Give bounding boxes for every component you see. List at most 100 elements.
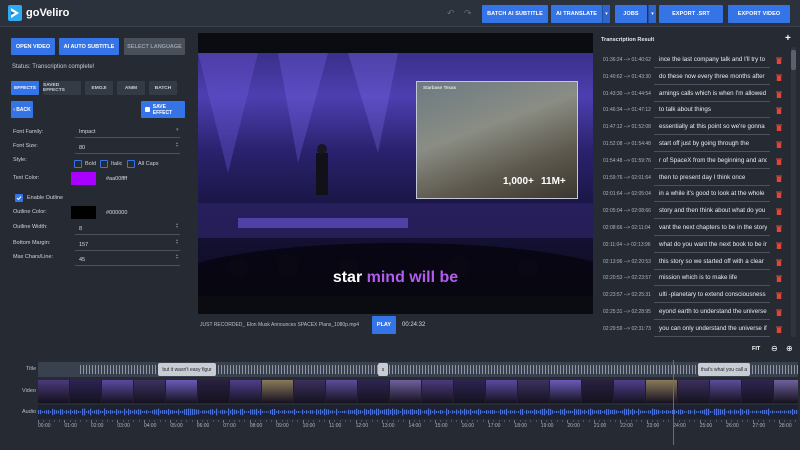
jobs-dropdown-icon[interactable]: ▾ bbox=[648, 5, 656, 23]
font-family-select[interactable]: Impact bbox=[79, 129, 96, 135]
transcript-text-input[interactable]: start off just by going through the bbox=[659, 140, 767, 147]
delete-icon[interactable] bbox=[776, 259, 782, 266]
transcript-row[interactable]: 02:13:96 --> 02:20:53 this story so we st… bbox=[598, 255, 788, 271]
delete-icon[interactable] bbox=[776, 326, 782, 333]
transcript-row[interactable]: 02:20:53 --> 02:23:57 mission which is to… bbox=[598, 271, 788, 287]
scrollbar-thumb[interactable] bbox=[791, 50, 796, 70]
video-track[interactable] bbox=[38, 380, 798, 403]
transcript-row[interactable]: 01:40:62 --> 01:43:30 do these now every … bbox=[598, 70, 788, 86]
transcript-row[interactable]: 01:43:30 --> 01:44:54 arnings calls which… bbox=[598, 87, 788, 103]
max-chars-input[interactable]: 45 bbox=[79, 257, 85, 263]
transcript-row[interactable]: 02:01:64 --> 02:05:04 in a while it's goo… bbox=[598, 187, 788, 203]
tab-emoji[interactable]: EMOJI bbox=[85, 81, 113, 95]
zoom-out-icon[interactable]: ⊖ bbox=[771, 344, 778, 353]
bold-checkbox[interactable] bbox=[74, 160, 82, 168]
delete-icon[interactable] bbox=[776, 124, 782, 132]
delete-icon[interactable] bbox=[776, 175, 782, 182]
max-chars-stepper-icon[interactable]: ▴ ▾ bbox=[176, 253, 178, 260]
export-video-button[interactable]: EXPORT VIDEO bbox=[728, 5, 790, 23]
transcript-text-input[interactable]: this story so we started off with a clea… bbox=[659, 258, 767, 265]
transcript-text-input[interactable]: ulti -planetary to extend consciousness bbox=[659, 291, 767, 298]
transcript-text-input[interactable]: do these now every three months after bbox=[659, 73, 767, 80]
delete-icon[interactable] bbox=[776, 292, 782, 300]
tab-anim[interactable]: ANIM bbox=[117, 81, 145, 95]
delete-icon[interactable] bbox=[776, 107, 782, 115]
fit-button[interactable]: FIT bbox=[752, 346, 760, 352]
outline-color-swatch[interactable] bbox=[71, 206, 96, 219]
transcript-row[interactable]: 02:05:04 --> 02:08:66 story and then thin… bbox=[598, 204, 788, 220]
title-segment[interactable]: that's what you call a bbox=[698, 363, 750, 376]
transcript-row[interactable]: 01:47:12 --> 01:52:08 essentially at this… bbox=[598, 120, 788, 136]
transcript-text-input[interactable]: what do you want the next book to be in bbox=[659, 241, 767, 248]
transcript-row[interactable]: 02:23:57 --> 02:25:31 ulti -planetary to … bbox=[598, 288, 788, 304]
play-button[interactable]: PLAY bbox=[372, 316, 396, 334]
transcript-text-input[interactable]: ince the last company talk and I'll try … bbox=[659, 56, 767, 63]
delete-icon[interactable] bbox=[776, 57, 782, 64]
export-srt-button[interactable]: EXPORT .SRT bbox=[659, 5, 723, 23]
title-track[interactable]: but it wasn't easy figur s that's what y… bbox=[38, 362, 798, 377]
delete-icon[interactable] bbox=[776, 141, 782, 148]
save-effect-button[interactable]: SAVE EFFECT bbox=[141, 101, 185, 118]
transcript-text-input[interactable]: in a while it's good to look at the whol… bbox=[659, 190, 767, 197]
timeline-ruler[interactable]: 00:00 01:00 02:00 03:00 04:00 05:00 06:00 07:00… bbox=[38, 420, 798, 450]
outline-width-input[interactable]: 8 bbox=[79, 226, 82, 232]
ai-translate-dropdown-icon[interactable]: ▾ bbox=[602, 5, 610, 23]
open-video-button[interactable]: OPEN VIDEO bbox=[11, 38, 55, 55]
title-segment[interactable]: s bbox=[378, 363, 388, 376]
transcript-row[interactable]: 01:54:48 --> 01:59:76 r of SpaceX from th… bbox=[598, 154, 788, 170]
undo-icon[interactable]: ↶ bbox=[447, 8, 455, 19]
batch-ai-subtitle-button[interactable]: BATCH AI SUBTITLE bbox=[482, 5, 548, 23]
video-player[interactable]: Starbase Texas 1,000+ 11M+ star mind wil… bbox=[198, 33, 593, 314]
bottom-margin-input[interactable]: 157 bbox=[79, 242, 88, 248]
delete-icon[interactable] bbox=[776, 91, 782, 98]
delete-icon[interactable] bbox=[776, 225, 782, 232]
transcript-text-input[interactable]: mission which is to make life bbox=[659, 274, 767, 281]
italic-checkbox[interactable] bbox=[100, 160, 108, 168]
redo-icon[interactable]: ↷ bbox=[464, 8, 472, 19]
transcript-row[interactable]: 01:59:76 --> 02:01:64 then to present day… bbox=[598, 171, 788, 187]
tab-saved-effects[interactable]: SAVED EFFECTS bbox=[43, 81, 81, 95]
transcript-text-input[interactable]: r of SpaceX from the beginning and and bbox=[659, 157, 767, 164]
jobs-button[interactable]: JOBS bbox=[615, 5, 647, 23]
transcript-text-input[interactable]: then to present day I think once bbox=[659, 174, 767, 181]
delete-icon[interactable] bbox=[776, 191, 782, 199]
transcript-text-input[interactable]: eyond earth to understand the universe bbox=[659, 308, 767, 315]
bottom-margin-stepper-icon[interactable]: ▴ ▾ bbox=[176, 238, 178, 245]
font-family-dropdown-icon[interactable]: ▾ bbox=[176, 128, 179, 133]
delete-icon[interactable] bbox=[776, 208, 782, 216]
delete-icon[interactable] bbox=[776, 158, 782, 165]
delete-icon[interactable] bbox=[776, 74, 782, 81]
audio-track[interactable] bbox=[38, 405, 798, 419]
transcription-scrollbar[interactable] bbox=[791, 47, 796, 337]
zoom-in-icon[interactable]: ⊕ bbox=[786, 344, 793, 353]
enable-outline-checkbox[interactable] bbox=[15, 194, 23, 202]
transcript-text-input[interactable]: vant the next chapters to be in the stor… bbox=[659, 224, 767, 231]
font-size-stepper-icon[interactable]: ▴ ▾ bbox=[176, 141, 178, 148]
transcript-text-input[interactable]: essentially at this point so we're gonna bbox=[659, 123, 767, 130]
select-language-button[interactable]: SELECT LANGUAGE bbox=[124, 38, 185, 55]
title-segment[interactable]: but it wasn't easy figur bbox=[158, 363, 216, 376]
all-caps-checkbox[interactable] bbox=[127, 160, 135, 168]
delete-icon[interactable] bbox=[776, 309, 782, 316]
add-segment-button[interactable]: + bbox=[785, 33, 791, 44]
transcript-text-input[interactable]: you can only understand the universe if bbox=[659, 325, 767, 332]
transcript-row[interactable]: 01:46:34 --> 01:47:12 to talk about thing… bbox=[598, 103, 788, 119]
transcript-row[interactable]: 02:11:04 --> 02:13:96 what do you want th… bbox=[598, 238, 788, 254]
back-button[interactable]: ‹ BACK bbox=[11, 101, 33, 118]
font-size-input[interactable]: 80 bbox=[79, 145, 85, 151]
ai-translate-button[interactable]: AI TRANSLATE bbox=[551, 5, 602, 23]
transcript-text-input[interactable]: story and then think about what do you bbox=[659, 207, 767, 214]
transcript-row[interactable]: 01:36:24 --> 01:40:62 ince the last compa… bbox=[598, 53, 788, 69]
transcript-row[interactable]: 02:29:59 --> 02:31:73 you can only unders… bbox=[598, 322, 788, 338]
ai-auto-subtitle-button[interactable]: AI AUTO SUBTITLE bbox=[59, 38, 119, 55]
transcript-row[interactable]: 01:52:08 --> 01:54:48 start off just by g… bbox=[598, 137, 788, 153]
transcript-row[interactable]: 02:08:66 --> 02:11:04 vant the next chapt… bbox=[598, 221, 788, 237]
tab-batch[interactable]: BATCH bbox=[149, 81, 177, 95]
delete-icon[interactable] bbox=[776, 275, 782, 283]
transcript-text-input[interactable]: arnings calls which is when I'm allowed bbox=[659, 90, 767, 97]
transcript-row[interactable]: 02:25:31 --> 02:28:95 eyond earth to unde… bbox=[598, 305, 788, 321]
transcript-text-input[interactable]: to talk about things bbox=[659, 106, 767, 113]
delete-icon[interactable] bbox=[776, 242, 782, 249]
playhead[interactable] bbox=[673, 360, 674, 445]
text-color-swatch[interactable] bbox=[71, 172, 96, 185]
